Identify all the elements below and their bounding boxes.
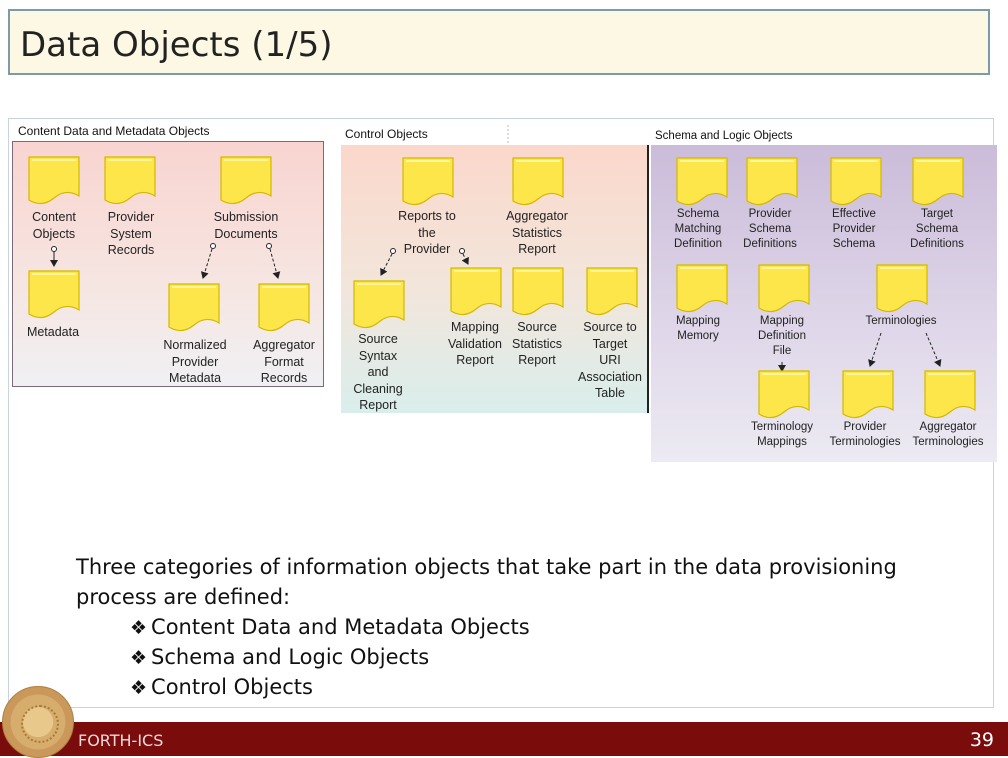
footer-org: FORTH-ICS (78, 731, 164, 750)
label-source-statistics-report: Source Statistics Report (511, 320, 563, 367)
label-terminologies: Terminologies (865, 315, 937, 327)
bullet-text: Control Objects (151, 675, 313, 699)
document-icon-provider-schema-definitions (746, 157, 798, 207)
label-reports-to-provider: Reports to the Provider (398, 209, 456, 256)
label-normalized-provider-metadata: Normalized Provider Metadata (163, 338, 227, 385)
document-icon-reports-to-provider (402, 157, 454, 207)
document-icon-source-statistics-report (512, 267, 564, 317)
bullet-text: Schema and Logic Objects (151, 645, 430, 669)
document-icon-content-objects (28, 156, 80, 206)
document-icon-terminology-mappings (758, 370, 810, 420)
document-icon-aggregator-statistics-report (512, 157, 564, 207)
content-section-title: Content Data and Metadata Objects (18, 124, 210, 138)
panel-separator (647, 145, 649, 413)
label-submission-documents: Submission Documents (213, 210, 279, 241)
label-aggregator-terminologies: Aggregator Terminologies (912, 421, 984, 448)
intro-line-2: process are defined: (76, 585, 291, 609)
slide-title: Data Objects (1/5) (20, 25, 333, 65)
schema-section-title: Schema and Logic Objects (655, 130, 793, 142)
label-mapping-memory: Mapping Memory (675, 315, 721, 342)
document-icon-metadata (28, 270, 80, 320)
institution-seal-logo (2, 686, 74, 758)
bullet-item-2: ❖ Schema and Logic Objects (130, 645, 429, 669)
label-aggregator-statistics-report: Aggregator Statistics Report (506, 209, 568, 256)
document-icon-aggregator-format-records (258, 283, 310, 333)
document-icon-schema-matching-definition (676, 157, 728, 207)
bullet-text: Content Data and Metadata Objects (151, 615, 530, 639)
document-icon-normalized-provider-metadata (168, 283, 220, 333)
page-number: 39 (969, 729, 994, 751)
label-target-schema-definitions: Target Schema Definitions (910, 208, 964, 250)
label-metadata: Metadata (26, 325, 80, 339)
label-provider-terminologies: Provider Terminologies (829, 421, 901, 448)
label-provider-schema-definitions: Provider Schema Definitions (743, 208, 797, 250)
title-bar: Data Objects (1/5) (8, 9, 990, 75)
document-icon-effective-provider-schema (830, 157, 882, 207)
document-icon-mapping-memory (676, 264, 728, 314)
document-icon-source-syntax-cleaning-report (353, 280, 405, 330)
bullet-item-1: ❖ Content Data and Metadata Objects (130, 615, 530, 639)
document-icon-submission-documents (220, 156, 272, 206)
footer-bar: FORTH-ICS 39 (0, 722, 1008, 756)
document-icon-target-schema-definitions (912, 157, 964, 207)
intro-line-1: Three categories of information objects … (76, 555, 897, 579)
document-icon-mapping-validation-report (450, 267, 502, 317)
label-effective-provider-schema: Effective Provider Schema (832, 208, 876, 250)
document-icon-terminologies (876, 264, 928, 314)
document-icon-source-target-uri-table (586, 267, 638, 317)
bullet-item-3: ❖ Control Objects (130, 675, 313, 699)
label-terminology-mappings: Terminology Mappings (751, 421, 813, 448)
control-section-title: Control Objects (345, 127, 428, 141)
bullet-diamond-icon: ❖ (130, 677, 148, 699)
label-mapping-definition-file: Mapping Definition File (758, 315, 806, 357)
document-icon-aggregator-terminologies (924, 370, 976, 420)
bullet-diamond-icon: ❖ (130, 647, 148, 669)
document-icon-mapping-definition-file (758, 264, 810, 314)
label-source-syntax-cleaning-report: Source Syntax and Cleaning Report (353, 332, 403, 412)
label-provider-system-records: Provider System Records (107, 210, 155, 257)
bullet-diamond-icon: ❖ (130, 617, 148, 639)
label-schema-matching-definition: Schema Matching Definition (674, 208, 722, 250)
document-icon-provider-system-records (104, 156, 156, 206)
label-content-objects: Content Objects (32, 210, 76, 241)
label-aggregator-format-records: Aggregator Format Records (253, 338, 315, 385)
label-source-target-uri-table: Source to Target URI Association Table (578, 320, 642, 400)
label-mapping-validation-report: Mapping Validation Report (448, 320, 502, 367)
document-icon-provider-terminologies (842, 370, 894, 420)
